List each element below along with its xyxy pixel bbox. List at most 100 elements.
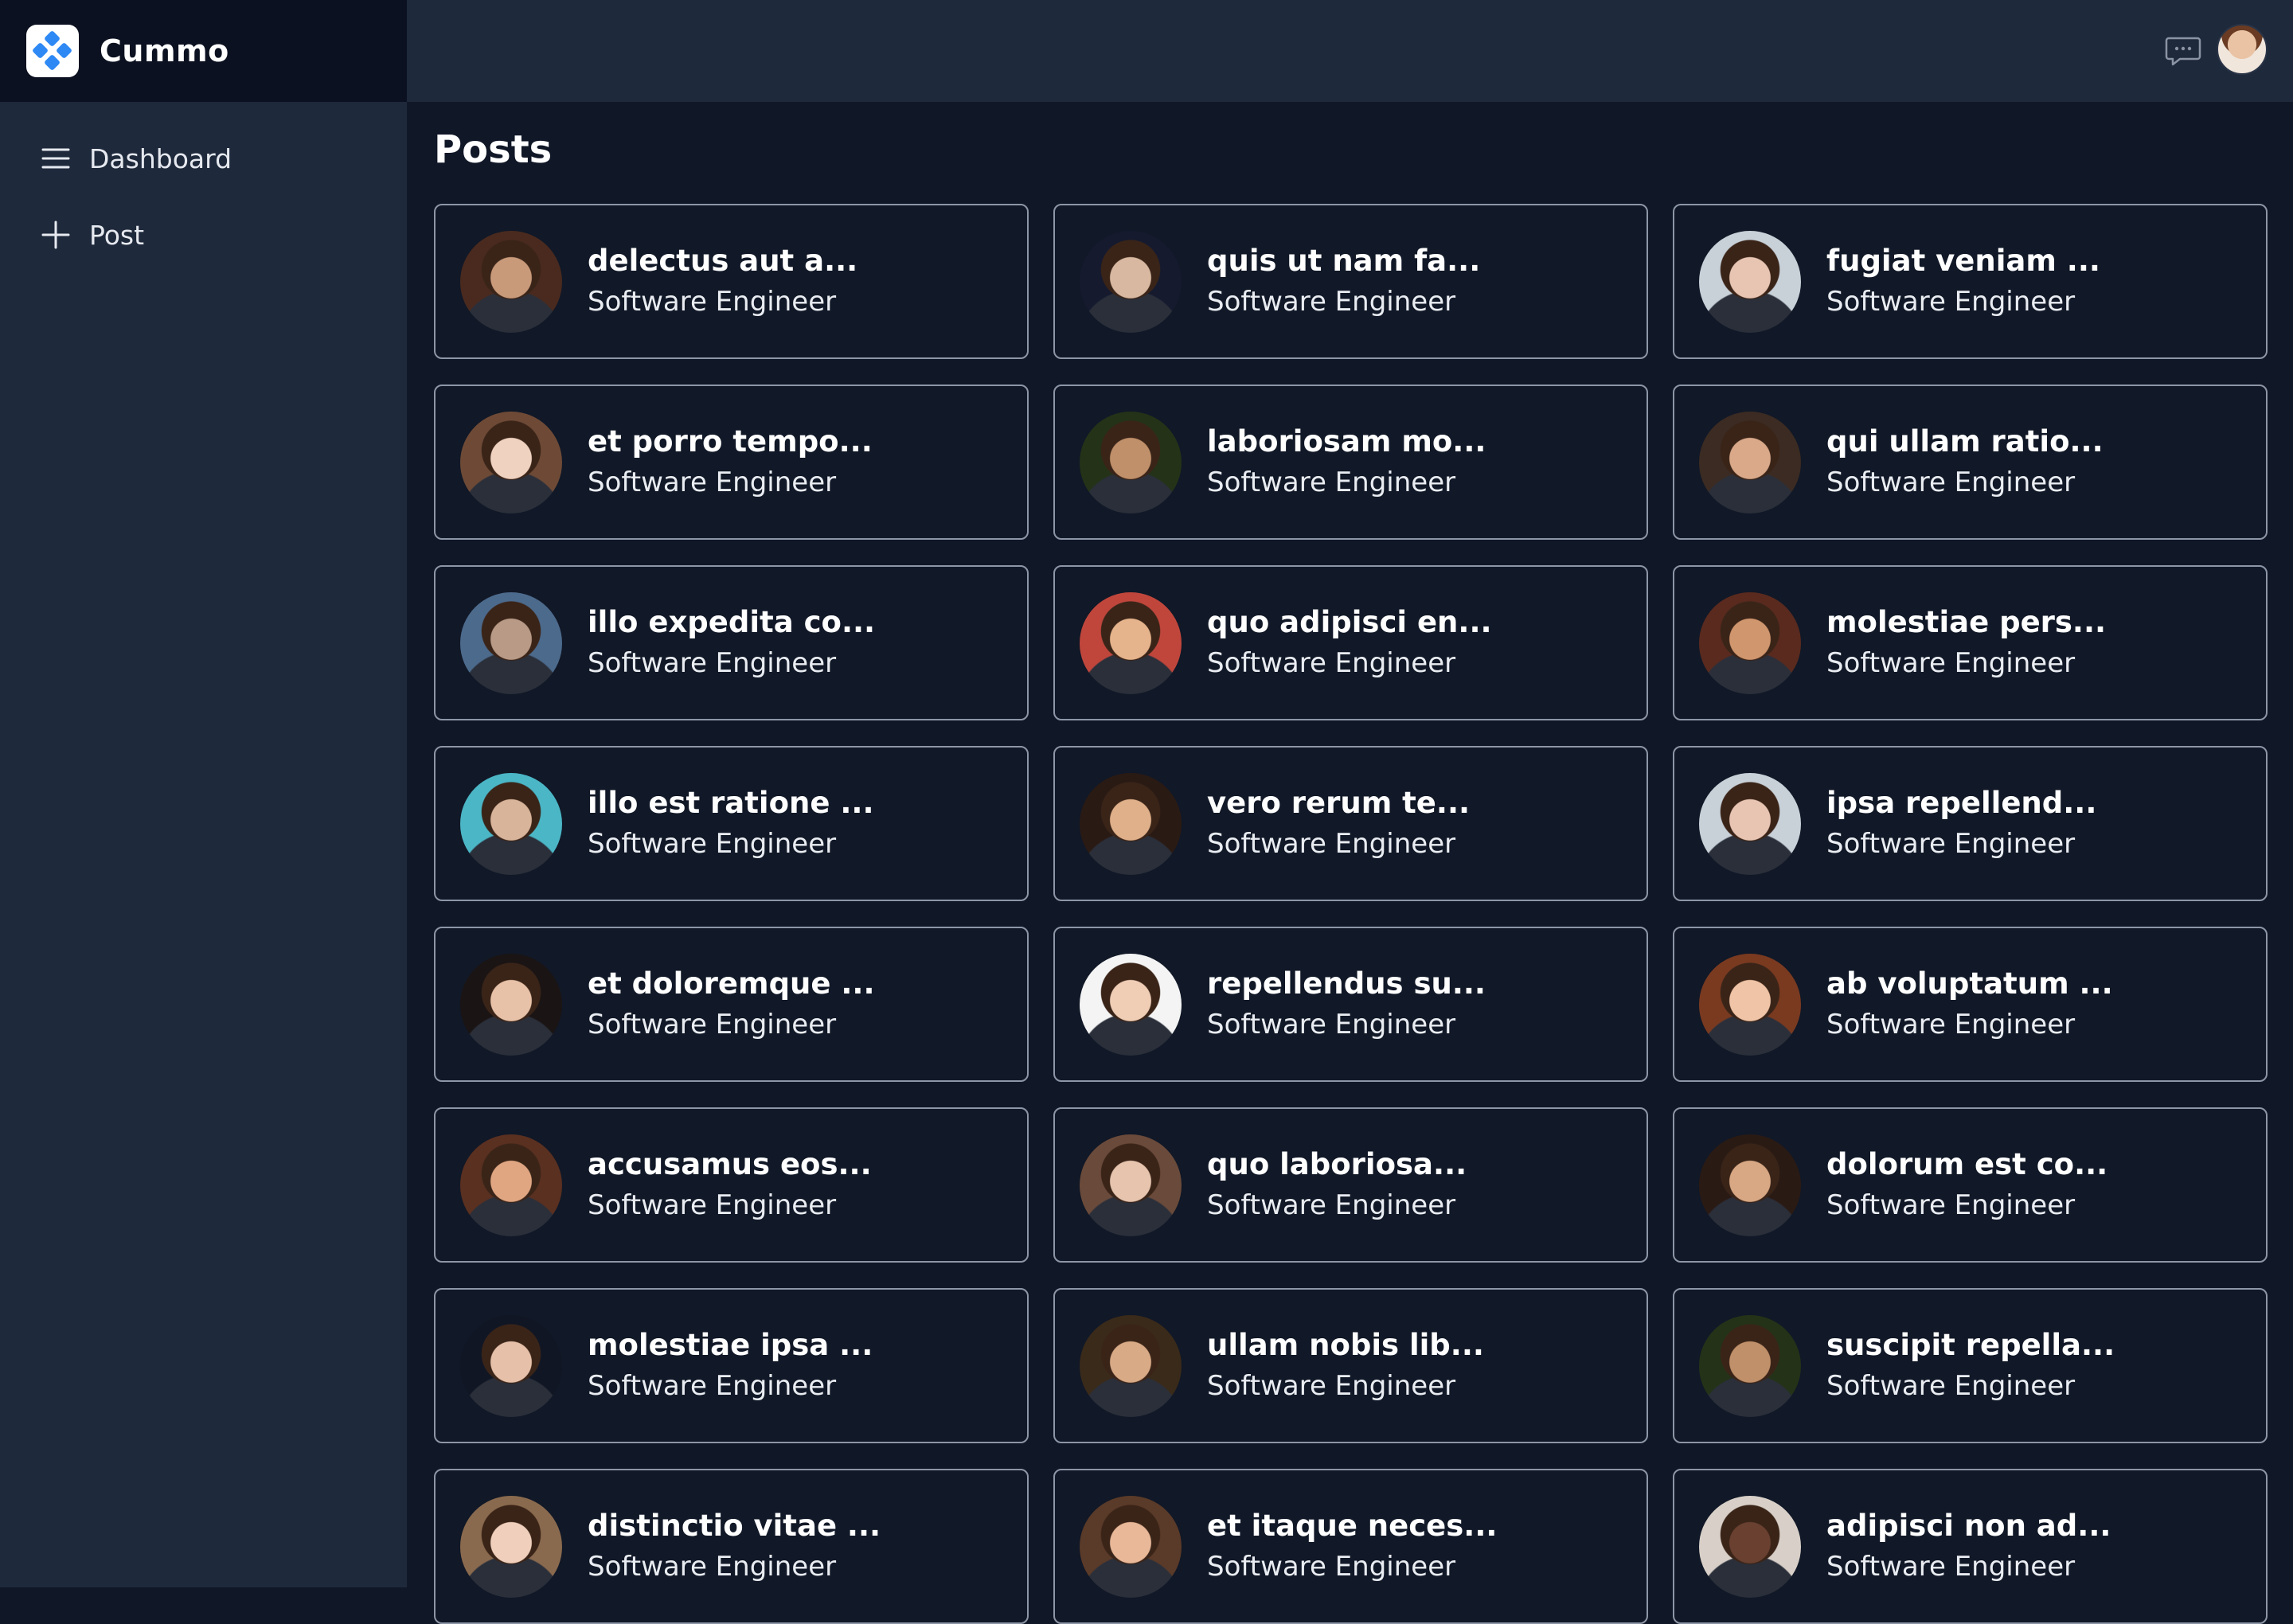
post-text: et doloremque ... Software Engineer [588,964,875,1045]
post-text: ullam nobis lib... Software Engineer [1207,1325,1484,1407]
post-subtitle: Software Engineer [1207,827,1456,860]
post-avatar [1699,1134,1801,1236]
post-avatar [460,772,562,875]
plus-icon [41,221,70,249]
user-avatar[interactable] [2217,24,2268,75]
post-title: ullam nobis lib... [1207,1327,1484,1362]
app-logo [26,25,79,77]
post-card[interactable]: suscipit repella... Software Engineer [1673,1288,2268,1443]
post-avatar [460,1134,562,1236]
post-card[interactable]: ab voluptatum ... Software Engineer [1673,927,2268,1082]
post-card[interactable]: fugiat veniam ... Software Engineer [1673,204,2268,359]
post-text: quis ut nam fa... Software Engineer [1207,241,1480,322]
post-card[interactable]: molestiae pers... Software Engineer [1673,565,2268,720]
post-card[interactable]: quo adipisci en... Software Engineer [1053,565,1648,720]
post-card[interactable]: vero rerum te... Software Engineer [1053,746,1648,901]
post-title: et porro tempo... [588,424,873,459]
post-avatar [1699,230,1801,333]
post-card[interactable]: illo est ratione ... Software Engineer [434,746,1029,901]
sidebar-item-label: Dashboard [89,142,232,174]
post-subtitle: Software Engineer [1826,1369,2076,1402]
post-subtitle: Software Engineer [1826,646,2076,679]
post-card[interactable]: quis ut nam fa... Software Engineer [1053,204,1648,359]
post-avatar [1699,1495,1801,1598]
post-card[interactable]: illo expedita co... Software Engineer [434,565,1029,720]
post-card[interactable]: delectus aut a... Software Engineer [434,204,1029,359]
post-text: vero rerum te... Software Engineer [1207,783,1470,865]
post-subtitle: Software Engineer [1826,827,2076,860]
post-title: et itaque neces... [1207,1508,1498,1543]
post-text: accusamus eos... Software Engineer [588,1145,872,1226]
post-card[interactable]: ullam nobis lib... Software Engineer [1053,1288,1648,1443]
post-subtitle: Software Engineer [1826,466,2076,498]
post-title: adipisci non ad... [1826,1508,2111,1543]
post-card[interactable]: qui ullam ratio... Software Engineer [1673,385,2268,540]
post-title: quo laboriosa... [1207,1146,1467,1181]
post-card[interactable]: dolorum est co... Software Engineer [1673,1107,2268,1263]
post-title: quis ut nam fa... [1207,243,1481,278]
post-avatar [1699,411,1801,513]
post-text: ipsa repellend... Software Engineer [1826,783,2096,865]
post-text: delectus aut a... Software Engineer [588,241,857,322]
page-title: Posts [434,127,553,172]
post-subtitle: Software Engineer [1207,1189,1456,1221]
post-card[interactable]: et itaque neces... Software Engineer [1053,1469,1648,1624]
post-subtitle: Software Engineer [588,1369,837,1402]
post-avatar [460,1495,562,1598]
post-subtitle: Software Engineer [1207,1369,1456,1402]
post-avatar [1699,591,1801,694]
post-avatar [460,953,562,1056]
post-subtitle: Software Engineer [588,646,837,679]
post-title: molestiae ipsa ... [588,1327,873,1362]
post-card[interactable]: laboriosam mo... Software Engineer [1053,385,1648,540]
post-title: illo est ratione ... [588,785,874,820]
post-subtitle: Software Engineer [588,827,837,860]
post-text: qui ullam ratio... Software Engineer [1826,422,2104,503]
post-title: vero rerum te... [1207,785,1471,820]
post-avatar [1699,1314,1801,1417]
sidebar-brand: Cummo [0,0,407,102]
post-title: ipsa repellend... [1826,785,2097,820]
post-avatar [460,1314,562,1417]
post-text: et itaque neces... Software Engineer [1207,1506,1497,1587]
post-card[interactable]: molestiae ipsa ... Software Engineer [434,1288,1029,1443]
sidebar-item-dashboard[interactable]: Dashboard [40,135,232,182]
post-card[interactable]: et porro tempo... Software Engineer [434,385,1029,540]
post-text: et porro tempo... Software Engineer [588,422,873,503]
post-card[interactable]: ipsa repellend... Software Engineer [1673,746,2268,901]
post-text: dolorum est co... Software Engineer [1826,1145,2107,1226]
post-card[interactable]: et doloremque ... Software Engineer [434,927,1029,1082]
post-text: fugiat veniam ... Software Engineer [1826,241,2100,322]
post-subtitle: Software Engineer [1207,1008,1456,1040]
post-text: molestiae pers... Software Engineer [1826,603,2106,684]
menu-icon [41,148,70,169]
post-avatar [1080,411,1182,513]
post-title: illo expedita co... [588,604,876,639]
post-text: quo adipisci en... Software Engineer [1207,603,1492,684]
post-avatar [1080,1134,1182,1236]
post-card[interactable]: adipisci non ad... Software Engineer [1673,1469,2268,1624]
post-subtitle: Software Engineer [1826,285,2076,318]
post-card[interactable]: repellendus su... Software Engineer [1053,927,1648,1082]
post-card[interactable]: distinctio vitae ... Software Engineer [434,1469,1029,1624]
post-subtitle: Software Engineer [1207,466,1456,498]
post-text: quo laboriosa... Software Engineer [1207,1145,1467,1226]
post-subtitle: Software Engineer [588,1550,837,1583]
sidebar-item-label: Post [89,219,145,251]
post-avatar [460,230,562,333]
post-card[interactable]: quo laboriosa... Software Engineer [1053,1107,1648,1263]
post-text: suscipit repella... Software Engineer [1826,1325,2115,1407]
post-subtitle: Software Engineer [1826,1189,2076,1221]
post-avatar [1080,772,1182,875]
post-avatar [460,411,562,513]
sidebar-item-post[interactable]: Post [40,211,144,259]
chat-icon[interactable] [2164,32,2202,70]
post-subtitle: Software Engineer [588,285,837,318]
post-title: molestiae pers... [1826,604,2107,639]
app-name: Cummo [100,33,229,68]
post-card[interactable]: accusamus eos... Software Engineer [434,1107,1029,1263]
post-title: repellendus su... [1207,966,1486,1001]
post-title: laboriosam mo... [1207,424,1486,459]
post-subtitle: Software Engineer [1826,1550,2076,1583]
post-avatar [1080,591,1182,694]
